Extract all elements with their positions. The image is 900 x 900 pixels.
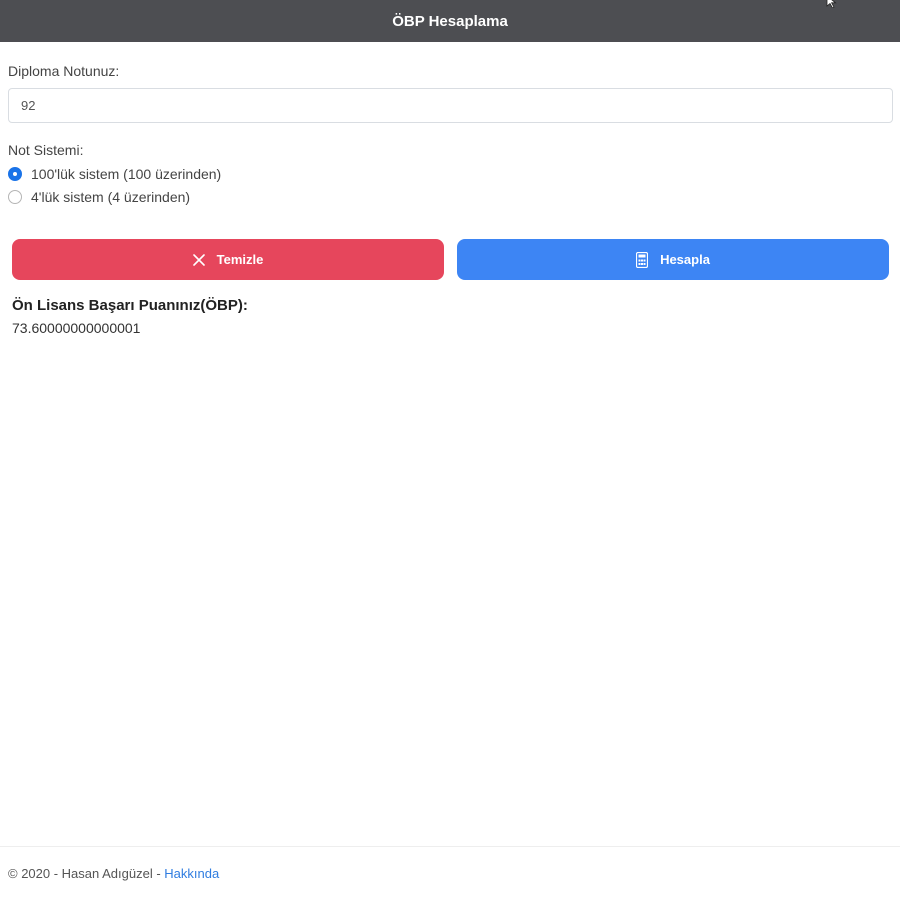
radio-option-4[interactable]: 4'lük sistem (4 üzerinden)	[8, 189, 190, 205]
radio-button-4[interactable]	[8, 190, 22, 204]
result-value: 73.60000000000001	[12, 320, 141, 336]
page-title: ÖBP Hesaplama	[392, 12, 508, 30]
calculator-icon	[636, 251, 649, 268]
radio-option-4-label: 4'lük sistem (4 üzerinden)	[31, 189, 191, 205]
radio-button-100[interactable]	[8, 167, 22, 181]
grade-label: Diploma Notunuz:	[8, 63, 120, 79]
clear-button-label: Temizle	[216, 252, 264, 267]
radio-option-100-label: 100'lük sistem (100 üzerinden)	[31, 166, 222, 182]
grade-input[interactable]	[8, 88, 893, 123]
close-icon	[192, 253, 205, 266]
footer-text: © 2020 - Hasan Adıgüzel -	[8, 866, 165, 881]
mouse-cursor-icon	[826, 0, 837, 8]
about-link[interactable]: Hakkında	[164, 866, 219, 881]
footer-divider	[0, 846, 900, 847]
title-bar: ÖBP Hesaplama	[0, 0, 900, 42]
result-title: Ön Lisans Başarı Puanınız(ÖBP):	[12, 297, 248, 314]
grade-system-label: Not Sistemi:	[8, 142, 84, 158]
clear-button[interactable]: Temizle	[12, 239, 444, 280]
calculate-button-label: Hesapla	[660, 252, 710, 267]
radio-option-100[interactable]: 100'lük sistem (100 üzerinden)	[8, 166, 221, 182]
footer: © 2020 - Hasan Adıgüzel - Hakkında	[8, 866, 219, 881]
calculate-button[interactable]: Hesapla	[457, 239, 889, 280]
